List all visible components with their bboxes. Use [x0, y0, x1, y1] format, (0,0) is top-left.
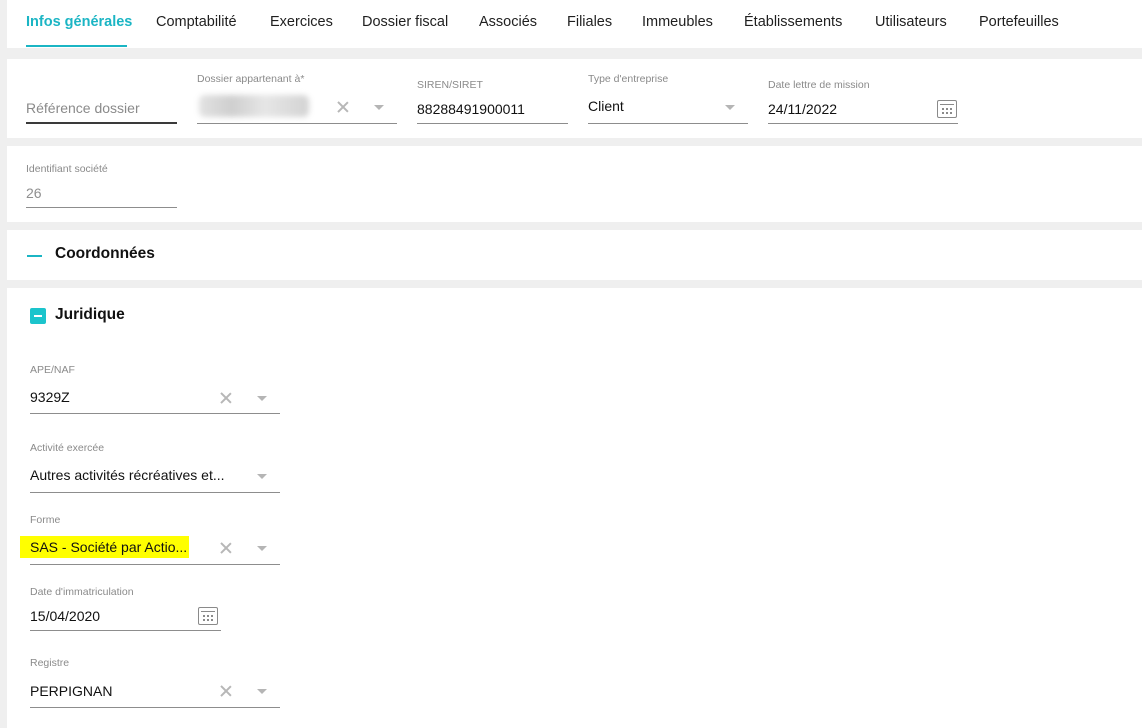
siren-underline: [417, 123, 568, 124]
clear-icon[interactable]: [337, 101, 349, 113]
clear-icon[interactable]: [220, 542, 232, 554]
tab-comptabilite[interactable]: Comptabilité: [156, 14, 237, 30]
activite-underline: [30, 492, 280, 493]
chevron-down-icon[interactable]: [374, 105, 384, 110]
immatriculation-underline: [30, 630, 221, 631]
mission-date-value[interactable]: 24/11/2022: [768, 101, 837, 117]
chevron-down-icon[interactable]: [257, 689, 267, 694]
chevron-down-icon[interactable]: [725, 105, 735, 110]
calendar-icon[interactable]: [937, 100, 957, 118]
mission-date-label: Date lettre de mission: [768, 79, 870, 91]
dossier-owner-redacted-value: [199, 95, 309, 117]
company-type-label: Type d'entreprise: [588, 73, 669, 85]
tab-etablissements[interactable]: Établissements: [744, 14, 842, 30]
collapse-dash-icon[interactable]: [27, 255, 42, 257]
company-id-value: 26: [26, 185, 42, 201]
juridique-section: Juridique APE/NAF 9329Z Activité exercée…: [7, 288, 1142, 728]
general-info-row: Référence dossier Dossier appartenant à*…: [7, 59, 1142, 138]
registre-underline: [30, 707, 280, 708]
dossier-owner-label: Dossier appartenant à*: [197, 73, 305, 85]
siren-label: SIREN/SIRET: [417, 79, 483, 91]
tab-bar: Infos générales Comptabilité Exercices D…: [7, 0, 1142, 48]
forme-underline: [30, 564, 280, 565]
tab-utilisateurs[interactable]: Utilisateurs: [875, 14, 947, 30]
juridique-title[interactable]: Juridique: [55, 306, 125, 324]
clear-icon[interactable]: [220, 685, 232, 697]
chevron-down-icon[interactable]: [257, 474, 267, 479]
forme-label: Forme: [30, 514, 61, 526]
clear-icon[interactable]: [220, 392, 232, 404]
tab-portefeuilles[interactable]: Portefeuilles: [979, 14, 1059, 30]
company-type-value[interactable]: Client: [588, 98, 624, 114]
company-type-underline: [588, 123, 748, 124]
registre-label: Registre: [30, 657, 70, 669]
activite-value[interactable]: Autres activités récréatives et...: [30, 467, 225, 483]
tab-associes[interactable]: Associés: [479, 14, 537, 30]
tab-filiales[interactable]: Filiales: [567, 14, 612, 30]
chevron-down-icon[interactable]: [257, 396, 267, 401]
active-tab-indicator: [26, 45, 127, 47]
forme-value[interactable]: SAS - Société par Actio...: [20, 536, 190, 558]
ape-naf-underline: [30, 413, 280, 414]
company-id-underline: [26, 207, 177, 208]
immatriculation-label: Date d'immatriculation: [30, 586, 134, 598]
tab-immeubles[interactable]: Immeubles: [642, 14, 713, 30]
chevron-down-icon[interactable]: [257, 546, 267, 551]
reference-dossier-underline: [26, 122, 177, 124]
company-id-label: Identifiant société: [26, 163, 108, 175]
siren-value[interactable]: 88288491900011: [417, 101, 525, 117]
calendar-icon[interactable]: [198, 607, 218, 625]
registre-value[interactable]: PERPIGNAN: [30, 683, 112, 699]
coordonnees-title[interactable]: Coordonnées: [55, 245, 155, 263]
activite-label: Activité exercée: [30, 442, 105, 454]
dossier-owner-underline: [197, 123, 397, 124]
tab-infos-generales[interactable]: Infos générales: [26, 14, 132, 30]
tab-dossier-fiscal[interactable]: Dossier fiscal: [362, 14, 448, 30]
tab-exercices[interactable]: Exercices: [270, 14, 333, 30]
immatriculation-value[interactable]: 15/04/2020: [30, 608, 100, 624]
reference-dossier-placeholder[interactable]: Référence dossier: [26, 100, 140, 116]
coordonnees-section: Coordonnées: [7, 230, 1142, 280]
company-id-row: Identifiant société 26: [7, 146, 1142, 222]
mission-date-underline: [768, 123, 958, 124]
minus-box-icon[interactable]: [30, 308, 46, 324]
ape-naf-value[interactable]: 9329Z: [30, 389, 70, 405]
ape-naf-label: APE/NAF: [30, 364, 75, 376]
